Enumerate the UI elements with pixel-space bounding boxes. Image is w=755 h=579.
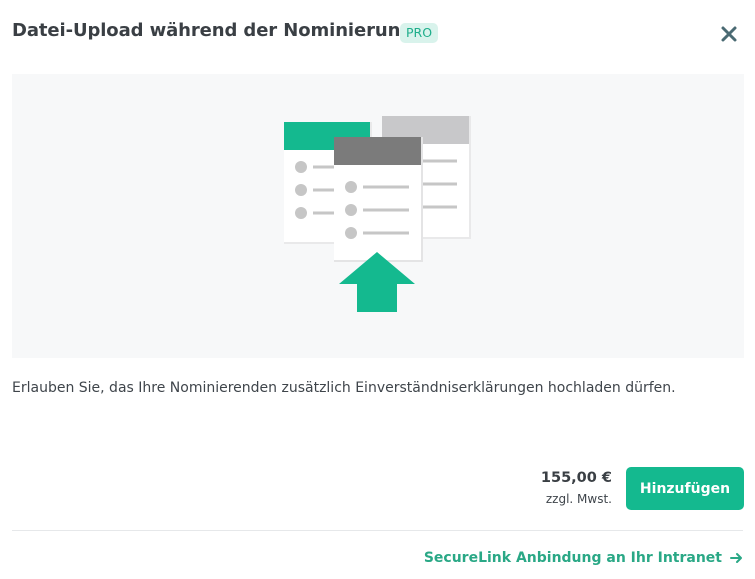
add-button[interactable]: Hinzufügen: [626, 467, 744, 510]
securelink-link-label: SecureLink Anbindung an Ihr Intranet: [423, 550, 722, 566]
document-upload-illustration: [284, 116, 471, 312]
close-icon[interactable]: [717, 22, 741, 46]
securelink-link[interactable]: SecureLink Anbindung an Ihr Intranet: [424, 550, 743, 566]
arrow-right-icon: [730, 552, 743, 564]
pro-badge: PRO: [400, 23, 439, 43]
front-document-icon: [334, 137, 423, 262]
hero-illustration: [12, 74, 744, 358]
feature-description: Erlauben Sie, das Ihre Nominierenden zus…: [12, 380, 676, 396]
modal-title: Datei-Upload während der Nominierung: [12, 20, 414, 41]
price-block: 155,00 € zzgl. Mwst.: [541, 470, 612, 506]
price-tax-note: zzgl. Mwst.: [545, 492, 612, 506]
divider: [12, 530, 743, 531]
price-amount: 155,00 €: [540, 470, 612, 486]
modal-header: Datei-Upload während der Nominierung PRO: [12, 18, 743, 48]
